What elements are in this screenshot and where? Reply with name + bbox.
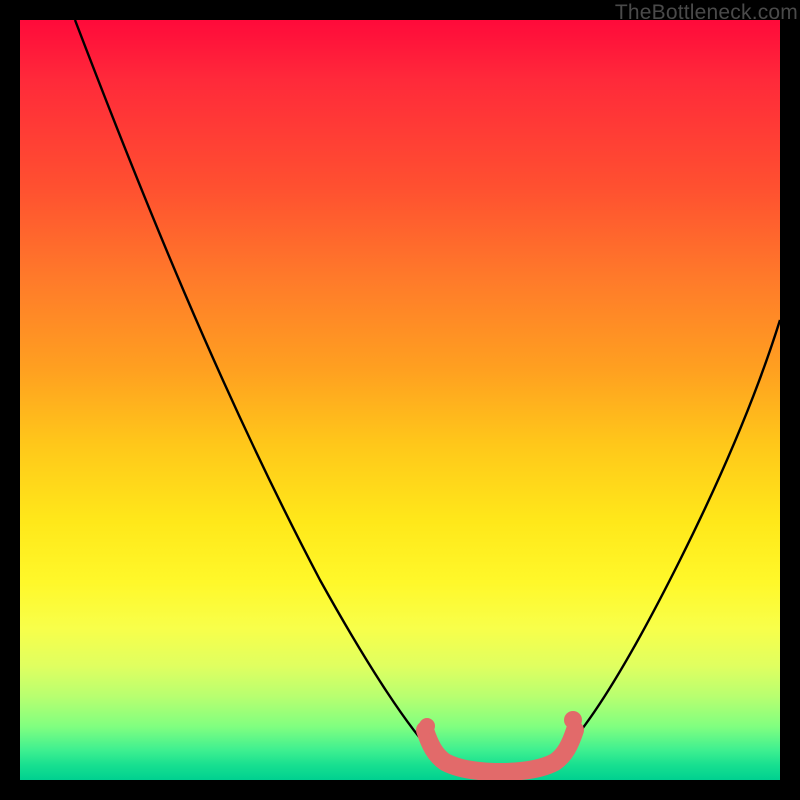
sweet-spot-band [425,730,575,772]
watermark-text: TheBottleneck.com [615,1,798,25]
chart-frame: TheBottleneck.com [0,0,800,800]
sweet-spot-right-dot [564,711,582,729]
plot-area [20,20,780,780]
bottleneck-left-curve [75,20,435,755]
sweet-spot-left-dot [419,718,435,734]
bottleneck-right-curve [560,320,780,755]
curve-layer [20,20,780,780]
